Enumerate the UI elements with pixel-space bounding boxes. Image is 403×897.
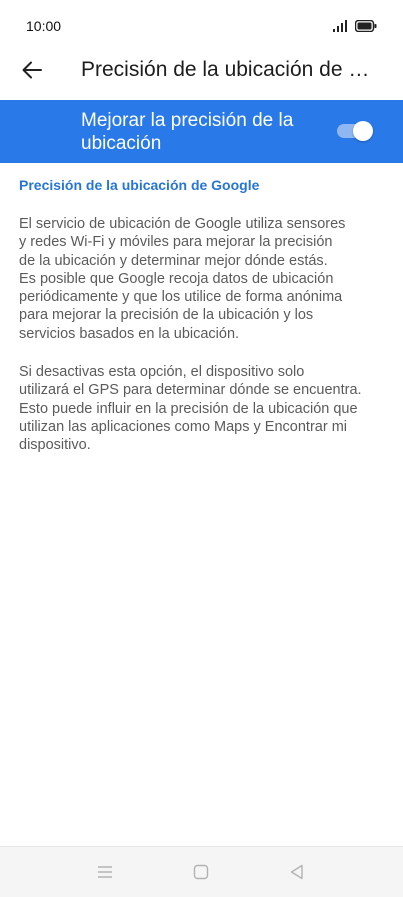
battery-icon <box>354 19 377 37</box>
description-paragraph-1: El servicio de ubicación de Google utili… <box>19 216 346 342</box>
arrow-left-icon <box>22 61 42 84</box>
status-bar: 10:00 <box>0 0 403 50</box>
toggle-label: Mejorar la precisión de la ubicación <box>81 110 294 154</box>
section-heading: Precisión de la ubicación de Google <box>19 177 260 193</box>
status-time: 10:00 <box>26 18 62 34</box>
home-button[interactable] <box>191 862 211 882</box>
navigation-bar <box>0 846 403 897</box>
signal-icon <box>333 19 349 37</box>
nav-back-button[interactable] <box>287 862 307 882</box>
recent-apps-button[interactable] <box>95 862 115 882</box>
back-icon <box>287 864 307 886</box>
status-icons <box>333 19 377 37</box>
page-title: Precisión de la ubicación de Google <box>81 58 381 81</box>
switch-thumb <box>353 121 373 141</box>
description-paragraph-2: Si desactivas esta opción, el dispositiv… <box>19 364 362 454</box>
menu-icon <box>95 866 115 886</box>
back-button[interactable] <box>14 54 50 90</box>
improve-accuracy-toggle-row[interactable]: Mejorar la precisión de la ubicación <box>0 100 403 163</box>
home-icon <box>191 864 211 886</box>
improve-accuracy-switch[interactable] <box>337 121 373 141</box>
app-bar: Precisión de la ubicación de Google <box>0 50 403 96</box>
